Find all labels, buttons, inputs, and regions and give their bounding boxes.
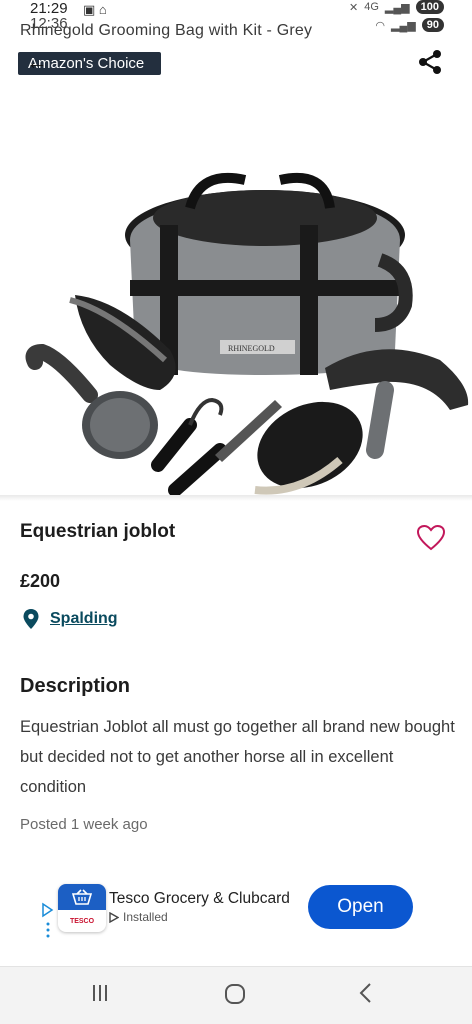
description-heading: Description [20, 675, 131, 697]
ad-app-name: Tesco Grocery & Clubcard [109, 890, 290, 907]
ad-status-text: Installed [123, 910, 168, 924]
status-right-icons: ✕ 4G ▂▄▆ 100 [349, 0, 444, 14]
open-button[interactable]: Open [308, 885, 413, 929]
back-arrow-icon[interactable]: ← [26, 49, 48, 75]
grooming-bag: RHINEGOLD [125, 172, 413, 375]
image-divider [0, 495, 472, 501]
battery-level-secondary: 90 [421, 18, 444, 32]
status-right-icons-secondary: ◠ ▂▄▆ 90 [375, 18, 444, 32]
wifi-icon: ◠ [375, 19, 386, 32]
description-body: Equestrian Joblot all must go together a… [20, 718, 455, 796]
heart-icon[interactable] [416, 524, 446, 552]
notification-icons: ▣ ⌂ [83, 2, 107, 17]
ad-banner[interactable]: TESCO Tesco Grocery & Clubcard Installed… [0, 870, 472, 950]
recents-icon[interactable] [90, 983, 110, 1003]
share-icon[interactable] [416, 48, 444, 76]
tesco-logo-text: TESCO [69, 917, 95, 925]
basket-icon [71, 889, 93, 905]
location-link[interactable]: Spalding [50, 610, 118, 628]
signal-icon-secondary: ▂▄▆ [391, 19, 416, 32]
product-image[interactable]: RHINEGOLD [0, 100, 472, 500]
mute-icon: ✕ [349, 1, 359, 14]
back-icon[interactable] [356, 981, 376, 1005]
posted-time: Posted 1 week ago [20, 816, 148, 833]
home-icon[interactable] [224, 983, 246, 1005]
body-brush [254, 401, 363, 495]
product-title: Rhinegold Grooming Bag with Kit - Grey [20, 22, 313, 39]
ad-choices-icon[interactable] [42, 902, 54, 938]
location-row[interactable]: Spalding [22, 608, 118, 630]
play-store-icon [109, 911, 119, 923]
android-nav-bar [0, 966, 472, 1024]
listing-title: Equestrian joblot [20, 521, 176, 542]
location-pin-icon [23, 609, 39, 629]
network-label: 4G [364, 1, 379, 13]
listing-price: £200 [20, 571, 61, 591]
battery-level: 100 [415, 0, 444, 14]
signal-icon: ▂▄▆ [384, 1, 410, 14]
bag-brand-text: RHINEGOLD [228, 344, 275, 353]
ad-install-status: Installed [109, 910, 168, 924]
tesco-app-logo: TESCO [58, 884, 106, 932]
